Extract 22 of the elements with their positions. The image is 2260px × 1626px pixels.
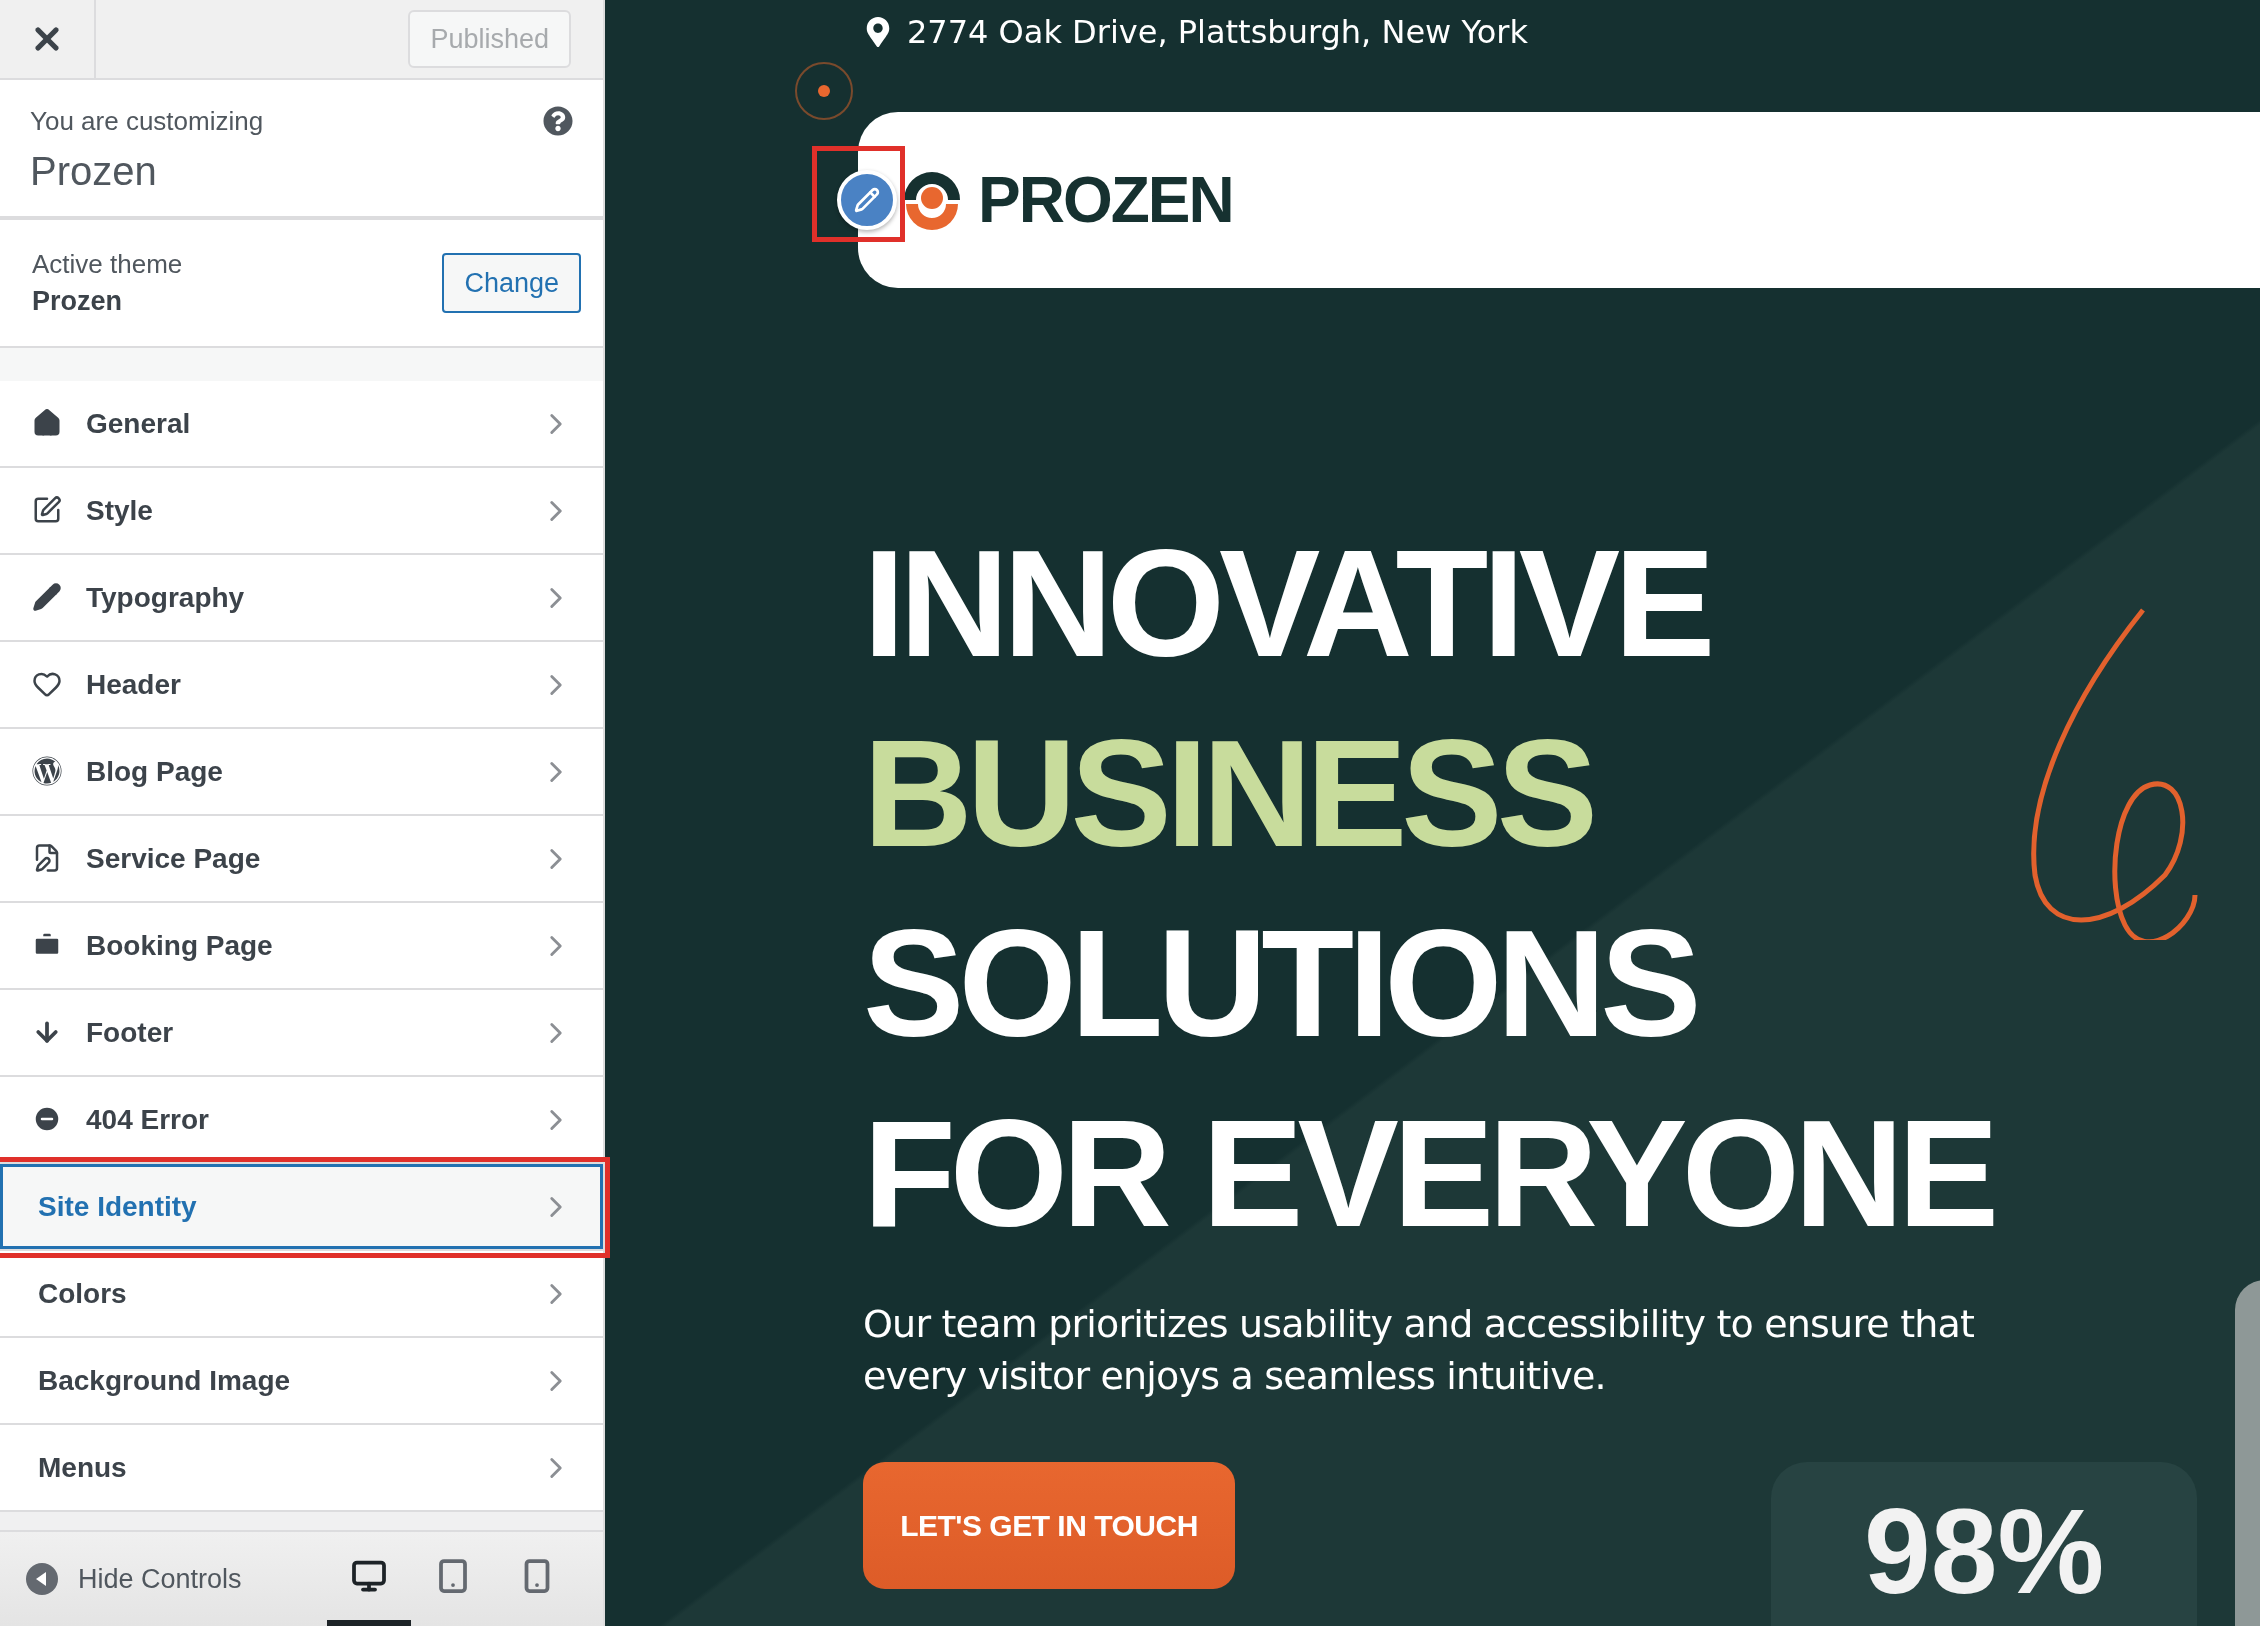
site-name: Prozen xyxy=(30,149,158,194)
wordpress-icon xyxy=(32,755,64,788)
hero-headline: FOR EVERYONE xyxy=(863,1087,1994,1260)
stat-value: 98% xyxy=(1863,1486,2105,1620)
hero-headline: INNOVATIVE xyxy=(863,517,1710,690)
hero-description: Our team prioritizes usability and accessibility to ensure that every visitor enjoys a seamless intuitive. xyxy=(863,1301,1976,1400)
hide-controls-button[interactable]: Hide Controls xyxy=(26,1563,242,1595)
hero-headline: SOLUTIONS xyxy=(863,897,1696,1070)
theme-name: Prozen xyxy=(32,286,124,317)
customizing-label: You are customizing xyxy=(30,106,264,137)
collapse-icon xyxy=(26,1563,58,1595)
pencil-icon xyxy=(32,581,64,614)
help-icon[interactable] xyxy=(543,106,573,136)
change-theme-button[interactable]: Change xyxy=(442,253,581,313)
address-text: 2774 Oak Drive, Plattsburgh, New York xyxy=(907,13,1528,51)
target-marker-icon xyxy=(795,62,853,120)
logo-text: PROZEN xyxy=(978,163,1233,237)
desktop-icon xyxy=(351,1558,387,1594)
active-theme-label: Active theme xyxy=(32,249,183,280)
customizer-menu-item[interactable]: Colors xyxy=(0,1251,603,1338)
pencil-icon xyxy=(854,187,880,213)
hero-headline: BUSINESS xyxy=(863,707,1593,880)
